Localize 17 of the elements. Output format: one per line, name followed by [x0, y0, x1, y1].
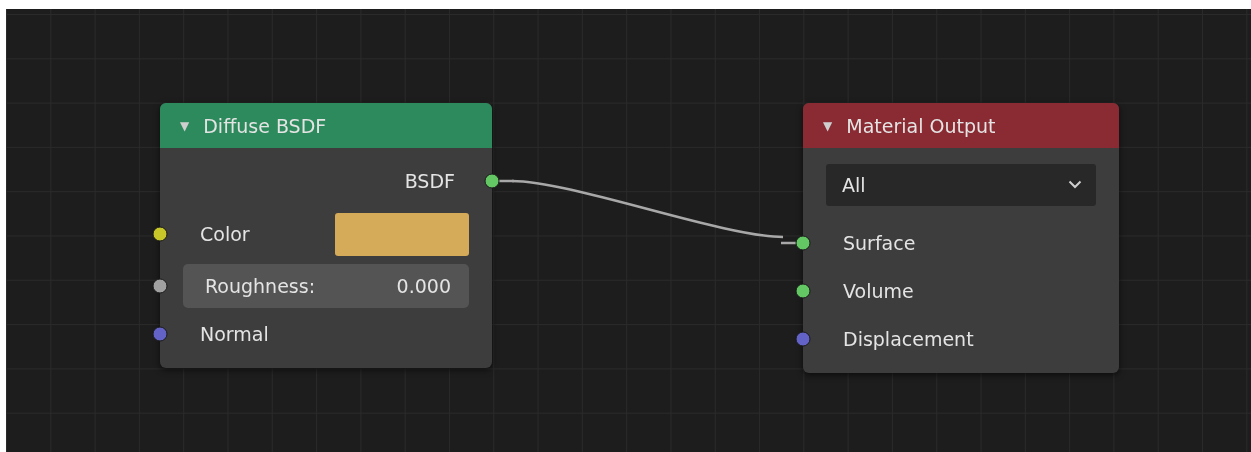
- node-title: Diffuse BSDF: [203, 114, 327, 137]
- socket[interactable]: [484, 173, 514, 189]
- target-dropdown[interactable]: All: [826, 163, 1096, 206]
- node-header[interactable]: ▼ Diffuse BSDF: [160, 103, 492, 148]
- node-header[interactable]: ▼ Material Output: [803, 103, 1119, 148]
- socket-label: Displacement: [843, 328, 974, 350]
- socket-label: Color: [200, 223, 250, 245]
- socket-label: Normal: [200, 323, 269, 345]
- roughness-field[interactable]: Roughness: 0.000: [183, 264, 469, 308]
- socket-label: BSDF: [404, 170, 455, 192]
- socket-label: Volume: [843, 280, 914, 302]
- color-swatch[interactable]: [335, 212, 469, 256]
- socket-label: Surface: [843, 232, 916, 254]
- collapse-toggle[interactable]: ▼: [823, 118, 833, 133]
- chevron-icon: [1068, 180, 1082, 189]
- socket[interactable]: [781, 235, 811, 251]
- node-title: Material Output: [846, 114, 996, 137]
